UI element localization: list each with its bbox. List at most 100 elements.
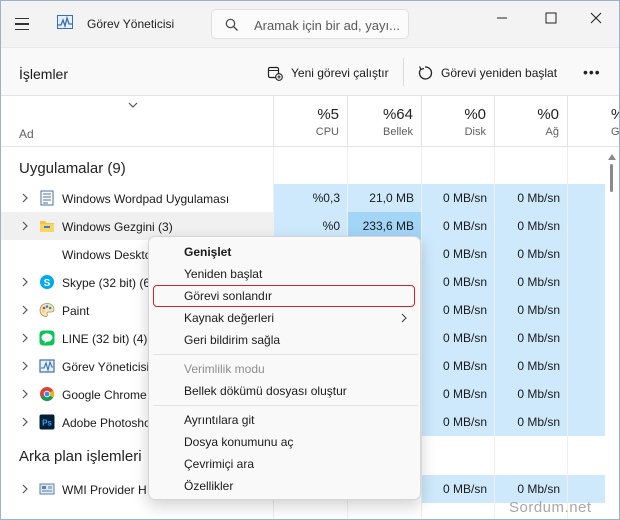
- memory-label: Bellek: [383, 126, 413, 138]
- network-percent: %0: [537, 106, 559, 123]
- process-name: Görev Yöneticisi: [62, 360, 150, 374]
- menu-item-search-online[interactable]: Çevrimiçi ara: [184, 457, 254, 471]
- disk-cell: 0 MB/sn: [422, 240, 494, 268]
- gpu-cell: [568, 408, 605, 436]
- process-name: Windows Gezgini (3): [62, 220, 173, 234]
- menu-item-restart[interactable]: Yeniden başlat: [184, 267, 262, 281]
- network-cell: 0 Mb/sn: [495, 212, 567, 240]
- cpu-percent: %5: [317, 106, 339, 123]
- menu-item-expand[interactable]: Genişlet: [184, 245, 231, 259]
- column-header-network[interactable]: %0 Ağ: [494, 96, 567, 147]
- svg-text:S: S: [44, 278, 51, 289]
- run-new-task-button[interactable]: Yeni görevi çalıştır: [267, 60, 389, 86]
- skype-icon: S: [40, 275, 54, 289]
- search-input[interactable]: [254, 15, 404, 35]
- gpu-cell: [568, 212, 605, 240]
- context-menu: Genişlet Yeniden başlat Görevi sonlandır…: [148, 236, 421, 500]
- memory-cell: 21,0 MB: [348, 184, 421, 212]
- column-header-name[interactable]: Ad: [19, 127, 34, 141]
- section-apps: Uygulamalar (9): [19, 160, 126, 177]
- sort-chevron-down-icon[interactable]: [128, 102, 138, 108]
- menu-item-resource-values[interactable]: Kaynak değerleri: [184, 311, 274, 325]
- disk-cell: 0 MB/sn: [422, 212, 494, 240]
- network-cell: 0 Mb/sn: [495, 380, 567, 408]
- gpu-cell: [568, 240, 605, 268]
- vertical-scrollbar-thumb[interactable]: [610, 164, 613, 192]
- column-header-cpu[interactable]: %5 CPU: [273, 96, 347, 147]
- expand-chevron-icon[interactable]: [21, 221, 29, 231]
- menu-item-go-to-details[interactable]: Ayrıntılara git: [184, 413, 254, 427]
- network-cell: 0 Mb/sn: [495, 352, 567, 380]
- close-icon: [590, 12, 602, 24]
- menu-separator: [153, 405, 418, 406]
- maximize-button[interactable]: [534, 7, 568, 29]
- menu-item-memory-dump[interactable]: Bellek dökümü dosyası oluştur: [184, 384, 347, 398]
- disk-cell: 0 MB/sn: [422, 380, 494, 408]
- expand-chevron-icon[interactable]: [21, 361, 29, 371]
- expand-chevron-icon[interactable]: [21, 389, 29, 399]
- expand-chevron-icon[interactable]: [21, 277, 29, 287]
- process-name: Skype (32 bit) (6: [62, 276, 151, 290]
- gpu-cell: [568, 184, 605, 212]
- network-cell: 0 Mb/sn: [495, 268, 567, 296]
- column-header-gpu[interactable]: % GP: [567, 96, 620, 147]
- hamburger-menu-icon[interactable]: [11, 13, 33, 35]
- cpu-label: CPU: [315, 126, 339, 138]
- gpu-percent: %: [611, 106, 619, 123]
- watermark: Sordum.net: [509, 499, 592, 516]
- task-manager-icon: [39, 359, 55, 373]
- gpu-cell: [568, 324, 605, 352]
- process-name: Windows Deskto: [62, 248, 152, 262]
- menu-item-feedback[interactable]: Geri bildirim sağla: [184, 333, 280, 347]
- cpu-cell: %0,3: [274, 184, 347, 212]
- disk-cell: 0 MB/sn: [422, 324, 494, 352]
- minimize-icon: [497, 17, 507, 19]
- menu-item-end-task[interactable]: Görevi sonlandır: [184, 289, 272, 303]
- column-header-disk[interactable]: %0 Disk: [421, 96, 494, 147]
- restart-icon: [418, 66, 433, 80]
- expand-chevron-icon[interactable]: [21, 193, 29, 203]
- search-box[interactable]: [211, 9, 409, 39]
- submenu-chevron-right-icon: [401, 313, 407, 323]
- minimize-button[interactable]: [485, 7, 519, 29]
- process-name: Windows Wordpad Uygulaması: [62, 192, 230, 206]
- table-row[interactable]: Windows Wordpad Uygulaması %0,3 21,0 MB …: [1, 184, 605, 212]
- network-cell: 0 Mb/sn: [495, 296, 567, 324]
- menu-item-efficiency-mode: Verimlilik modu: [184, 362, 265, 376]
- task-manager-app-icon: [57, 15, 73, 29]
- expand-chevron-icon[interactable]: [21, 484, 29, 494]
- wmi-icon: [39, 483, 55, 495]
- gpu-label: GP: [611, 126, 620, 138]
- more-options-icon[interactable]: •••: [583, 64, 601, 80]
- run-new-task-label: Yeni görevi çalıştır: [291, 66, 389, 80]
- menu-item-properties[interactable]: Özellikler: [184, 479, 233, 493]
- column-header-memory[interactable]: %64 Bellek: [347, 96, 421, 147]
- task-manager-window: Görev Yöneticisi İşlemler Yeni görevi ça…: [0, 0, 620, 520]
- paint-icon: [39, 303, 55, 317]
- toolbar: İşlemler Yeni görevi çalıştır Görevi yen…: [1, 47, 619, 95]
- memory-percent: %64: [382, 106, 413, 123]
- network-cell: 0 Mb/sn: [495, 408, 567, 436]
- menu-separator: [153, 354, 418, 355]
- close-button[interactable]: [579, 7, 613, 29]
- expand-chevron-icon[interactable]: [21, 417, 29, 427]
- expand-chevron-icon[interactable]: [21, 305, 29, 315]
- process-name: Google Chrome: [62, 388, 147, 402]
- menu-item-open-file-location[interactable]: Dosya konumunu aç: [184, 435, 293, 449]
- page-title: İşlemler: [19, 66, 69, 82]
- wordpad-icon: [40, 190, 54, 206]
- restart-task-label: Görevi yeniden başlat: [441, 66, 558, 80]
- network-cell: 0 Mb/sn: [495, 184, 567, 212]
- disk-cell: 0 MB/sn: [422, 475, 494, 503]
- disk-cell: 0 MB/sn: [422, 408, 494, 436]
- photoshop-icon: Ps: [39, 414, 55, 430]
- gpu-cell: [568, 296, 605, 324]
- network-label: Ağ: [545, 126, 559, 138]
- folder-icon: [40, 221, 54, 232]
- network-cell: 0 Mb/sn: [495, 240, 567, 268]
- process-name: Adobe Photosho: [62, 416, 151, 430]
- expand-chevron-icon[interactable]: [21, 333, 29, 343]
- toolbar-divider: [403, 58, 404, 86]
- restart-task-button[interactable]: Görevi yeniden başlat: [417, 60, 557, 86]
- scroll-up-arrow-icon[interactable]: [608, 154, 616, 160]
